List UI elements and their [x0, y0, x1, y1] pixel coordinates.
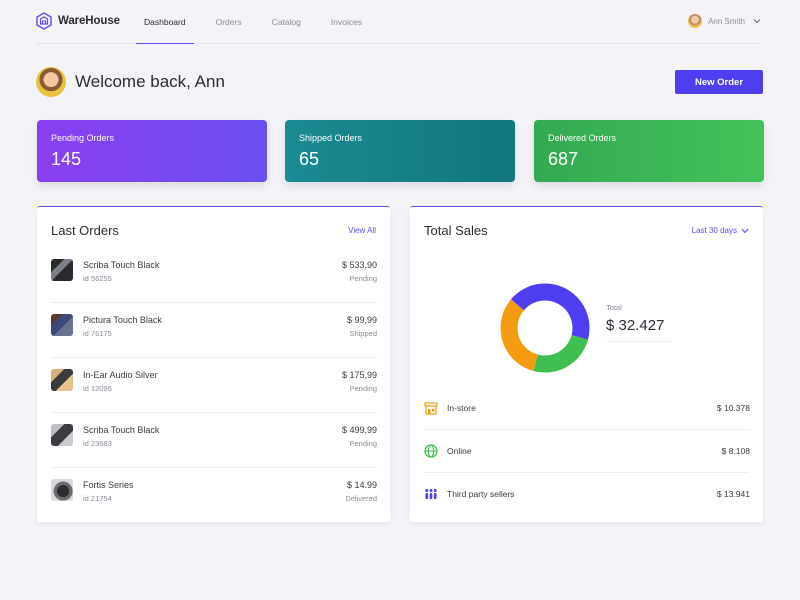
- page-title: Welcome back, Ann: [75, 72, 225, 91]
- date-range-dropdown[interactable]: Last 30 days: [692, 226, 749, 235]
- avatar: [36, 67, 66, 97]
- stat-card-pending[interactable]: Pending Orders 145: [37, 120, 267, 182]
- panel-title: Total Sales: [424, 223, 488, 238]
- product-thumbnail: [51, 424, 73, 446]
- order-price: $ 533,90: [341, 260, 377, 270]
- people-icon: [425, 489, 437, 499]
- panel-title: Last Orders: [51, 223, 119, 238]
- channel-value: $ 8.108: [721, 446, 750, 456]
- total-label: Total: [606, 303, 622, 312]
- warehouse-logo-icon: [36, 12, 52, 30]
- avatar: [688, 14, 703, 28]
- channel-label: In-store: [447, 403, 476, 413]
- order-row[interactable]: Scriba Touch Black id 23683 $ 499,99 Pen…: [51, 414, 377, 468]
- stat-card-shipped[interactable]: Shipped Orders 65: [285, 120, 515, 182]
- main-nav: Dashboard Orders Catalog Invoices: [136, 0, 384, 44]
- order-status: Pending: [349, 274, 377, 283]
- channel-value: $ 10.378: [716, 403, 750, 413]
- order-row[interactable]: In-Ear Audio Silver id 12096 $ 175,99 Pe…: [51, 359, 377, 413]
- order-id: id 23683: [83, 439, 112, 448]
- channel-label: Third party sellers: [447, 489, 515, 499]
- order-row[interactable]: Pictura Touch Black id 76175 $ 99,99 Shi…: [51, 304, 377, 358]
- chevron-down-icon: [741, 228, 749, 233]
- product-thumbnail: [51, 479, 73, 501]
- divider: [606, 341, 672, 342]
- order-status: Delivered: [345, 494, 377, 503]
- chevron-down-icon: [753, 19, 761, 24]
- total-sales-panel: Total Sales Last 30 days Total $ 32.427 …: [410, 206, 763, 522]
- total-value: $ 32.427: [606, 317, 665, 334]
- order-status: Pending: [349, 439, 377, 448]
- new-order-button[interactable]: New Order: [675, 70, 763, 94]
- order-id: id 12096: [83, 384, 112, 393]
- order-product-name: In-Ear Audio Silver: [83, 370, 158, 380]
- order-status: Shipped: [349, 329, 377, 338]
- channel-label: Online: [447, 446, 472, 456]
- app-name: WareHouse: [58, 15, 120, 27]
- sales-donut-chart: [500, 283, 590, 373]
- order-price: $ 99,99: [346, 315, 377, 325]
- order-id: id 21754: [83, 494, 112, 503]
- order-product-name: Scriba Touch Black: [83, 425, 160, 435]
- welcome-header: Welcome back, Ann: [36, 67, 225, 97]
- stat-label: Delivered Orders: [548, 133, 617, 143]
- nav-orders[interactable]: Orders: [208, 0, 250, 44]
- stat-value: 65: [299, 149, 320, 169]
- product-thumbnail: [51, 369, 73, 391]
- stat-card-delivered[interactable]: Delivered Orders 687: [534, 120, 764, 182]
- order-price: $ 499,99: [341, 425, 377, 435]
- date-range-label: Last 30 days: [691, 226, 737, 235]
- stat-value: 145: [51, 149, 82, 169]
- nav-catalog[interactable]: Catalog: [264, 0, 309, 44]
- stat-value: 687: [548, 149, 579, 169]
- sales-channel-row: Online $ 8.108: [424, 430, 750, 473]
- logo[interactable]: WareHouse: [36, 12, 120, 30]
- order-price: $ 14.99: [346, 480, 377, 490]
- globe-icon: [424, 444, 438, 458]
- nav-invoices[interactable]: Invoices: [323, 0, 370, 44]
- order-id: id 76175: [83, 329, 112, 338]
- stat-label: Pending Orders: [51, 133, 115, 143]
- order-id: id 56255: [83, 274, 112, 283]
- sales-channel-row: Third party sellers $ 13.941: [424, 473, 750, 516]
- nav-dashboard[interactable]: Dashboard: [136, 0, 194, 44]
- view-all-link[interactable]: View All: [348, 226, 376, 235]
- order-price: $ 175,99: [341, 370, 377, 380]
- sales-channel-row: In-store $ 10.378: [424, 387, 750, 430]
- top-navbar: WareHouse Dashboard Orders Catalog Invoi…: [36, 0, 761, 44]
- last-orders-panel: Last Orders View All Scriba Touch Black …: [37, 206, 390, 522]
- product-thumbnail: [51, 259, 73, 281]
- stat-label: Shipped Orders: [299, 133, 363, 143]
- order-product-name: Scriba Touch Black: [83, 260, 160, 270]
- channel-value: $ 13.941: [716, 489, 750, 499]
- store-icon: [424, 402, 438, 415]
- order-row[interactable]: Fortis Series id 21754 $ 14.99 Delivered: [51, 469, 377, 523]
- user-name: Ann Smith: [708, 16, 745, 26]
- product-thumbnail: [51, 314, 73, 336]
- user-menu[interactable]: Ann Smith: [688, 14, 761, 28]
- order-row[interactable]: Scriba Touch Black id 56255 $ 533,90 Pen…: [51, 249, 377, 303]
- order-product-name: Pictura Touch Black: [83, 315, 162, 325]
- order-product-name: Fortis Series: [83, 480, 134, 490]
- order-status: Pending: [349, 384, 377, 393]
